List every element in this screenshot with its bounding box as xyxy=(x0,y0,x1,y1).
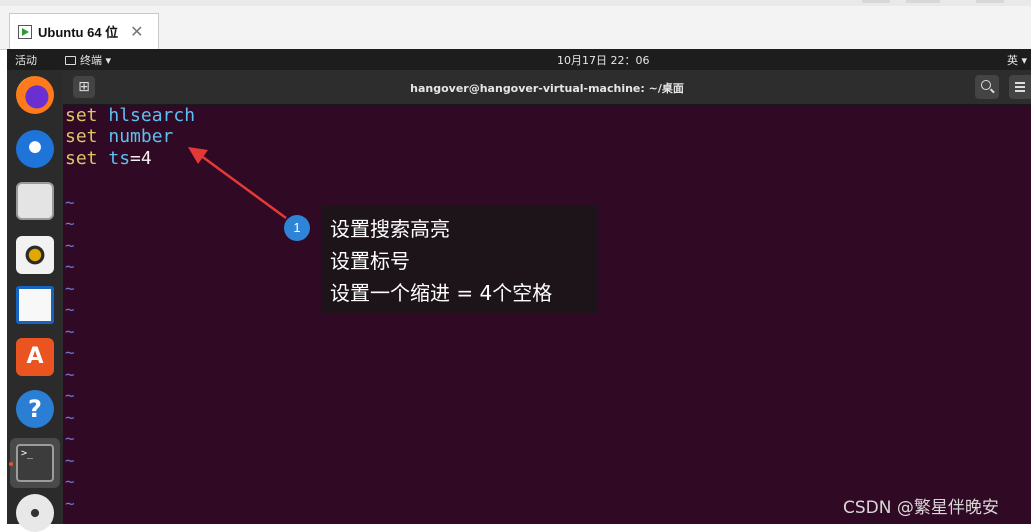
annotation-number-badge: 1 xyxy=(284,215,310,241)
watermark: CSDN @繁星伴晚安 xyxy=(843,498,999,518)
annotation-line: 设置标号 xyxy=(330,249,410,273)
annotation-line: 设置一个缩进 = 4个空格 xyxy=(330,281,553,305)
annotation-line: 设置搜索高亮 xyxy=(330,217,450,241)
annotation-callout: 设置搜索高亮 设置标号 设置一个缩进 = 4个空格 xyxy=(321,205,597,313)
